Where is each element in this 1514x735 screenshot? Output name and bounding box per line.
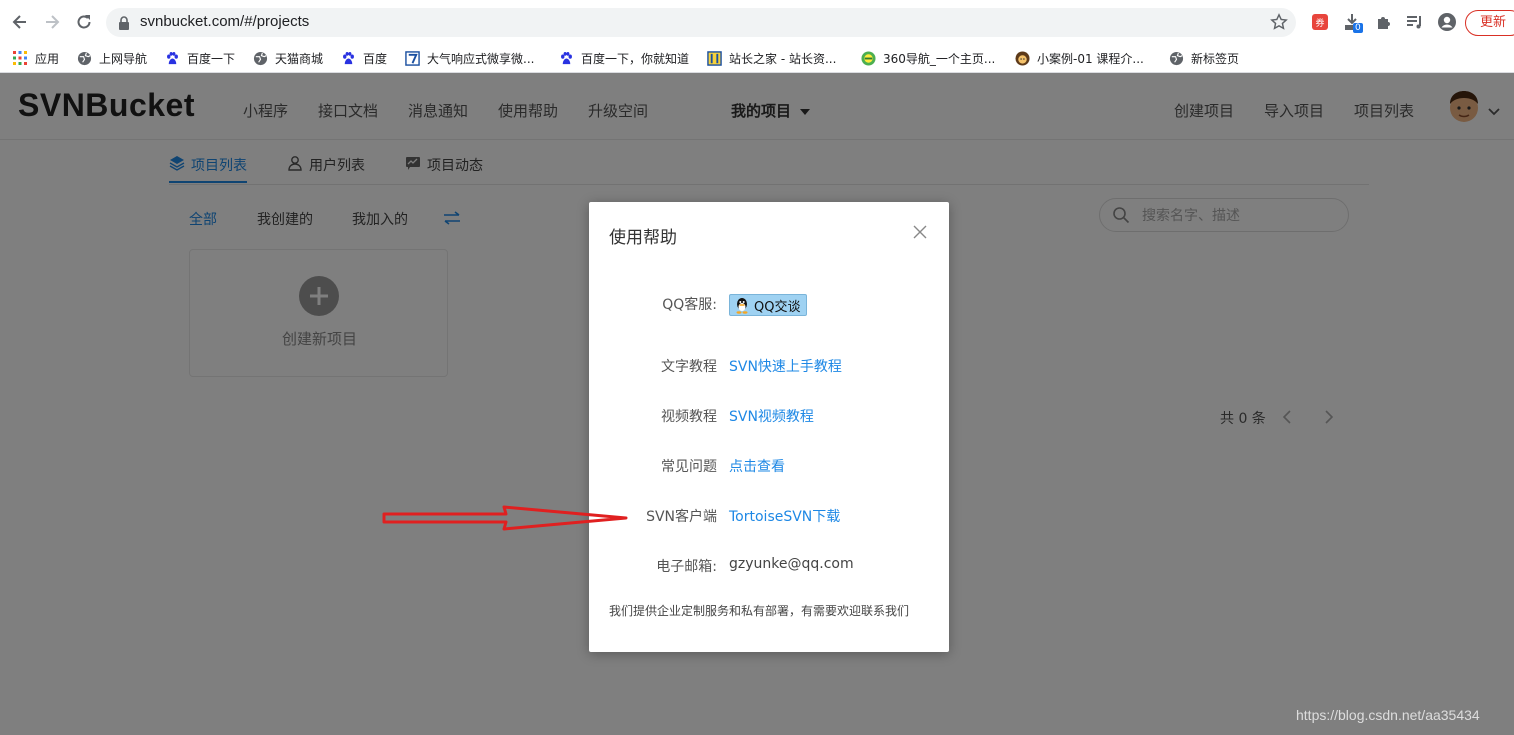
svn-client-label: SVN客户端 — [646, 509, 717, 525]
coupon-extension-icon[interactable]: 券 — [1310, 12, 1330, 32]
apps-grid-icon — [12, 50, 28, 66]
qq-chat-button[interactable]: QQ交谈 — [729, 294, 807, 316]
reading-list-icon[interactable] — [1405, 12, 1425, 32]
watermark-text: https://blog.csdn.net/aa35434 — [1296, 707, 1480, 723]
avatar-icon — [1014, 50, 1030, 66]
forward-icon[interactable] — [40, 10, 64, 34]
faq-label: 常见问题 — [661, 459, 717, 475]
video-tutorial-link[interactable]: SVN视频教程 — [729, 406, 814, 426]
baidu-paw-icon — [340, 50, 356, 66]
globe-icon — [76, 50, 92, 66]
page-content: SVNBucket 小程序 接口文档 消息通知 使用帮助 升级空间 我的项目 创… — [0, 73, 1514, 735]
bookmark-item[interactable]: 上网导航 — [76, 48, 147, 68]
text-tutorial-link[interactable]: SVN快速上手教程 — [729, 356, 842, 376]
bookmark-item[interactable]: 站长之家 - 站长资... — [706, 48, 836, 68]
profile-icon[interactable] — [1437, 12, 1457, 32]
puzzle-icon[interactable] — [1374, 12, 1394, 32]
dialog-title: 使用帮助 — [609, 228, 677, 248]
close-icon[interactable] — [913, 224, 929, 240]
email-value: gzyunke@qq.com — [729, 556, 854, 572]
extension-badge: 0 — [1353, 23, 1363, 33]
bookmark-apps[interactable]: 应用 — [12, 48, 59, 68]
site-icon — [706, 50, 722, 66]
globe-icon — [1168, 50, 1184, 66]
bookmark-item[interactable]: 大气响应式微享微... — [404, 48, 534, 68]
360-icon — [860, 50, 876, 66]
address-bar[interactable]: svnbucket.com/#/projects — [106, 8, 1296, 37]
reload-icon[interactable] — [72, 10, 96, 34]
bookmark-item[interactable]: 天猫商城 — [252, 48, 323, 68]
text-tutorial-label: 文字教程 — [661, 359, 717, 375]
bookmark-item[interactable]: 新标签页 — [1168, 48, 1239, 68]
qq-penguin-icon — [734, 297, 750, 314]
qq-support-label: QQ客服: — [662, 297, 717, 313]
back-icon[interactable] — [8, 10, 32, 34]
bookmark-star-icon[interactable] — [1270, 13, 1288, 35]
faq-link[interactable]: 点击查看 — [729, 456, 785, 476]
download-extension-icon[interactable]: 0 — [1342, 12, 1363, 33]
annotation-arrow-icon — [382, 505, 628, 531]
bookmark-item[interactable]: 360导航_一个主页... — [860, 48, 995, 68]
help-dialog: 使用帮助 QQ客服: QQ交谈 文字教程 SVN快速上手教程 视频教程 SVN视… — [589, 202, 949, 652]
lock-icon — [118, 15, 130, 34]
globe-icon — [252, 50, 268, 66]
email-label: 电子邮箱: — [656, 559, 717, 575]
baidu-paw-icon — [164, 50, 180, 66]
tortoisesvn-download-link[interactable]: TortoiseSVN下载 — [729, 506, 840, 526]
browser-toolbar: svnbucket.com/#/projects 券 0 更新 — [0, 0, 1514, 44]
bookmark-item[interactable]: 百度一下 — [164, 48, 235, 68]
update-button[interactable]: 更新 — [1465, 10, 1514, 36]
bookmark-item[interactable]: 百度一下，你就知道 — [558, 48, 689, 68]
baidu-paw-icon — [558, 50, 574, 66]
video-tutorial-label: 视频教程 — [661, 409, 717, 425]
site-icon — [404, 50, 420, 66]
dialog-footer-note: 我们提供企业定制服务和私有部署，有需要欢迎联系我们 — [609, 604, 910, 618]
bookmark-item[interactable]: 小案例-01 课程介... — [1014, 48, 1144, 68]
bookmark-item[interactable]: 百度 — [340, 48, 387, 68]
bookmarks-bar: 应用 上网导航 百度一下 天猫商城 百度 大气响应式微享微... 百度一下，你就… — [0, 44, 1514, 73]
url-text: svnbucket.com/#/projects — [140, 13, 310, 30]
